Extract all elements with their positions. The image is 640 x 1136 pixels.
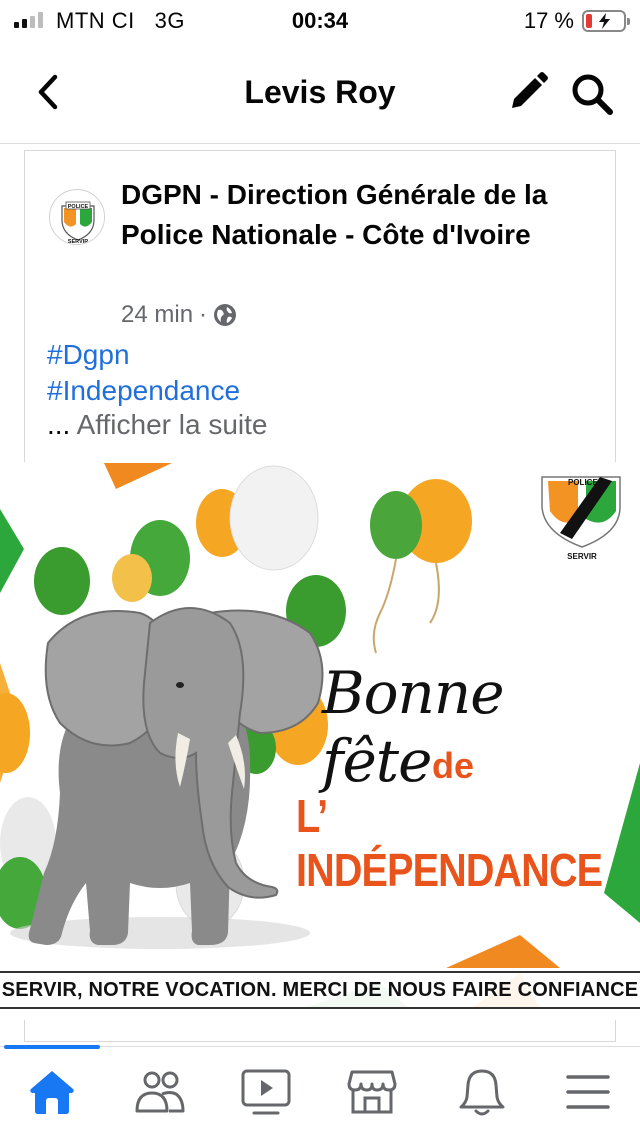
bottom-navigation (0, 1045, 640, 1136)
menu-icon (566, 1075, 610, 1109)
edit-button[interactable] (506, 70, 550, 114)
green-left-shape (0, 509, 24, 593)
nav-friends[interactable] (130, 1065, 190, 1119)
police-logo: POLICE SERVIR (541, 476, 621, 561)
meta-separator: · (199, 301, 208, 328)
charging-bolt-icon (599, 13, 610, 29)
orange-corner-shape (104, 463, 172, 489)
post-hashtags: #Dgpn #Independance (47, 337, 240, 409)
notifications-bell-icon (459, 1069, 505, 1116)
home-icon (30, 1071, 74, 1114)
hashtag-link[interactable]: #Dgpn (47, 337, 240, 373)
nav-marketplace[interactable] (342, 1065, 402, 1119)
orange-bottom-shape (446, 935, 560, 968)
nav-home[interactable] (22, 1065, 82, 1119)
status-bar: MTN CI 3G 00:34 17 % (0, 0, 640, 40)
logo-text-servir: SERVIR (68, 239, 88, 245)
logo-text-servir-large: SERVIR (567, 552, 597, 561)
marketplace-icon (347, 1070, 397, 1114)
search-icon (572, 74, 613, 115)
post-card: POLICE SERVIR DGPN - Direction Générale … (24, 150, 616, 462)
slogan-text: SERVIR, NOTRE VOCATION. MERCI DE NOUS FA… (1, 979, 639, 1001)
nav-watch[interactable] (236, 1065, 296, 1119)
battery-icon (582, 10, 630, 32)
battery-percentage: 17 % (523, 8, 574, 33)
post-author-name[interactable]: DGPN - Direction Générale de la Police N… (121, 175, 591, 255)
watch-video-icon (241, 1069, 291, 1115)
see-more-link[interactable]: ... Afficher la suite (47, 409, 268, 441)
see-more-label: Afficher la suite (76, 409, 268, 440)
headline-de: de (432, 745, 475, 786)
page-header: Levis Roy (0, 40, 640, 144)
post-card-footer (24, 1020, 616, 1042)
headline-independance: L’ INDÉPENDANCE (296, 790, 603, 896)
post-image[interactable]: POLICE SERVIR Bonne fête de L’ INDÉPENDA… (0, 463, 640, 1020)
nav-menu[interactable] (558, 1065, 618, 1119)
hashtag-link[interactable]: #Independance (47, 373, 240, 409)
page-avatar[interactable]: POLICE SERVIR (49, 189, 105, 245)
post-meta: 24 min · (121, 301, 237, 329)
elephant-illustration (10, 607, 324, 949)
search-button[interactable] (568, 70, 616, 118)
friends-icon (135, 1071, 185, 1113)
post-time[interactable]: 24 min (121, 301, 193, 329)
slogan-band: SERVIR, NOTRE VOCATION. MERCI DE NOUS FA… (0, 971, 640, 1009)
active-tab-indicator (4, 1045, 100, 1049)
nav-notifications[interactable] (452, 1065, 512, 1119)
police-logo-icon: POLICE SERVIR (51, 191, 104, 245)
battery-level (586, 14, 592, 28)
logo-text-police-large: POLICE (568, 478, 598, 487)
logo-text-police: POLICE (68, 204, 89, 210)
pencil-icon (512, 72, 548, 108)
globe-icon (214, 304, 237, 326)
ellipsis: ... (47, 409, 71, 440)
